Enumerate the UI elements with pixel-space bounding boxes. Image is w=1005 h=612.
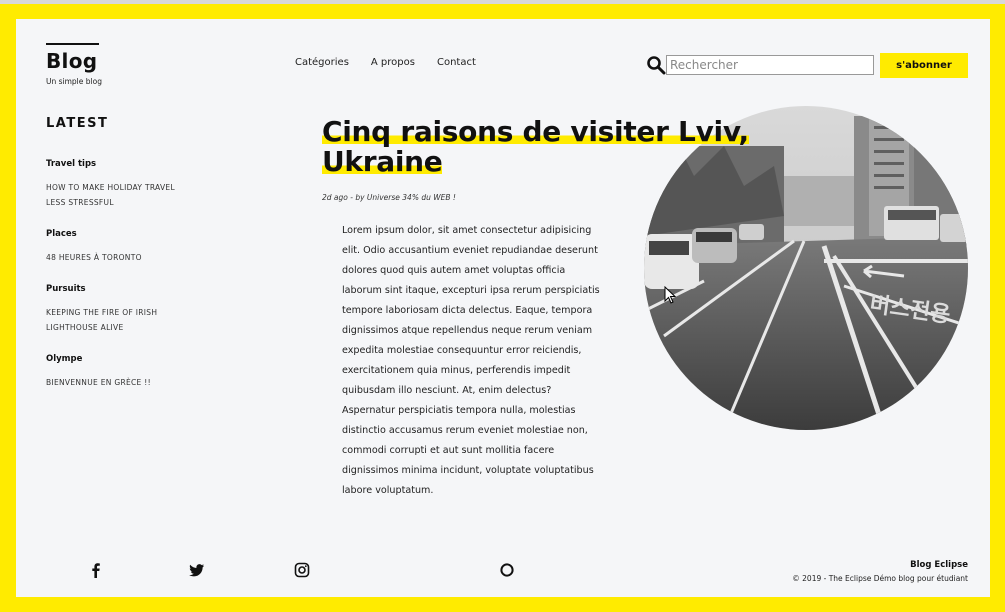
category-title[interactable]: Places — [46, 229, 206, 239]
post-link[interactable]: LIGHTHOUSE ALIVE — [46, 320, 206, 335]
post-link[interactable]: 48 HEURES À TORONTO — [46, 250, 206, 265]
category-pursuits: Pursuits KEEPING THE FIRE OF IRISH LIGHT… — [46, 284, 206, 335]
twitter-icon[interactable] — [189, 562, 205, 578]
category-title[interactable]: Pursuits — [46, 284, 206, 294]
brand-subtitle: Un simple blog — [46, 77, 102, 86]
subscribe-button[interactable]: s'abonner — [880, 53, 968, 78]
sidebar: Travel tips HOW TO MAKE HOLIDAY TRAVEL L… — [46, 159, 206, 409]
nav-about[interactable]: A propos — [371, 57, 415, 68]
brand-title[interactable]: Blog — [46, 49, 102, 73]
category-olympe: Olympe BIENVENNUE EN GRÈCE !! — [46, 354, 206, 390]
circle-icon[interactable] — [499, 562, 515, 578]
article-title: Cinq raisons de visiter Lviv, Ukraine — [322, 115, 772, 178]
post-link[interactable]: KEEPING THE FIRE OF IRISH — [46, 305, 206, 320]
page: Blog Un simple blog Catégories A propos … — [16, 19, 990, 597]
brand-underline — [46, 43, 99, 45]
brand[interactable]: Blog Un simple blog — [46, 43, 102, 86]
window-top-edge — [0, 0, 1005, 4]
article-title-line1: Cinq raisons de visiter Lviv, — [322, 115, 749, 148]
category-travel-tips: Travel tips HOW TO MAKE HOLIDAY TRAVEL L… — [46, 159, 206, 210]
article-body: Lorem ipsum dolor, sit amet consectetur … — [342, 225, 600, 496]
sidebar-heading: LATEST — [46, 116, 109, 131]
instagram-icon[interactable] — [294, 562, 310, 578]
footer-copyright: © 2019 - The Eclipse Démo blog pour étud… — [792, 574, 968, 583]
footer-title: Blog Eclipse — [910, 560, 968, 570]
search-icon[interactable] — [646, 55, 666, 75]
search-bar — [646, 55, 874, 75]
post-link[interactable]: BIENVENNUE EN GRÈCE !! — [46, 375, 206, 390]
category-title[interactable]: Olympe — [46, 354, 206, 364]
main-nav: Catégories A propos Contact — [295, 57, 498, 68]
mouse-cursor-icon — [664, 286, 676, 304]
search-input[interactable] — [666, 55, 874, 75]
post-link[interactable]: LESS STRESSFUL — [46, 195, 206, 210]
article-title-line2: Ukraine — [322, 145, 443, 178]
category-places: Places 48 HEURES À TORONTO — [46, 229, 206, 265]
post-link[interactable]: HOW TO MAKE HOLIDAY TRAVEL — [46, 180, 206, 195]
article-meta: 2d ago - by Universe 34% du WEB ! — [322, 193, 456, 202]
nav-categories[interactable]: Catégories — [295, 57, 349, 68]
nav-contact[interactable]: Contact — [437, 57, 476, 68]
category-title[interactable]: Travel tips — [46, 159, 206, 169]
facebook-icon[interactable] — [88, 562, 104, 578]
